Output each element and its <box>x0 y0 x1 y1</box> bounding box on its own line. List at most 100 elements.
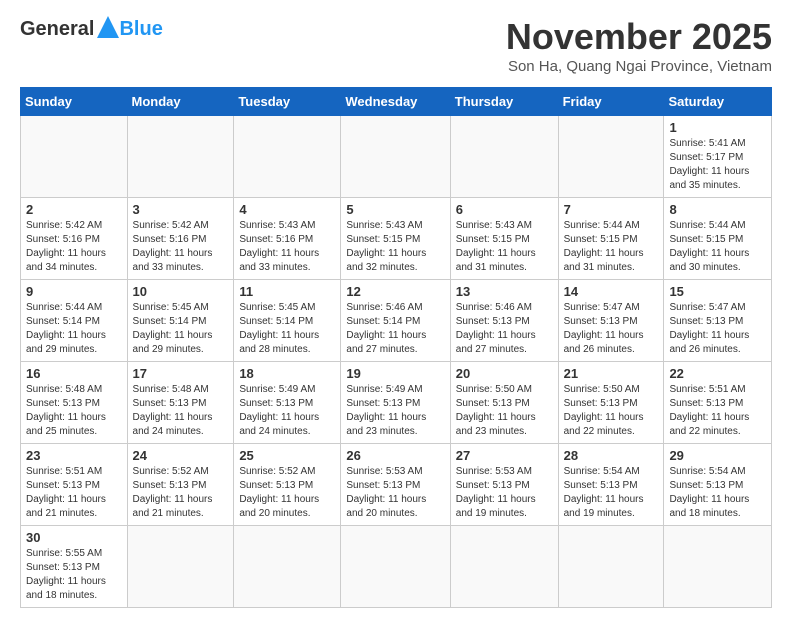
day-info: Sunrise: 5:47 AMSunset: 5:13 PMDaylight:… <box>564 301 659 357</box>
day-number: 28 <box>564 448 659 463</box>
day-info: Sunrise: 5:50 AMSunset: 5:13 PMDaylight:… <box>456 383 553 439</box>
logo-triangle <box>97 16 119 43</box>
day-info: Sunrise: 5:44 AMSunset: 5:15 PMDaylight:… <box>669 219 766 275</box>
day-number: 17 <box>133 366 229 381</box>
calendar-week-row: 1 Sunrise: 5:41 AMSunset: 5:17 PMDaylight… <box>21 116 772 198</box>
weekday-header-row: SundayMondayTuesdayWednesdayThursdayFrid… <box>21 88 772 116</box>
location-subtitle: Son Ha, Quang Ngai Province, Vietnam <box>506 58 772 75</box>
weekday-header-thursday: Thursday <box>450 88 558 116</box>
calendar-cell <box>450 526 558 608</box>
page-header: General Blue November 2025 Son Ha, Quang… <box>20 16 772 75</box>
day-number: 13 <box>456 284 553 299</box>
weekday-header-wednesday: Wednesday <box>341 88 450 116</box>
day-number: 19 <box>346 366 444 381</box>
calendar-cell: 1 Sunrise: 5:41 AMSunset: 5:17 PMDaylight… <box>664 116 772 198</box>
day-number: 16 <box>26 366 122 381</box>
calendar-week-row: 16 Sunrise: 5:48 AMSunset: 5:13 PMDayligh… <box>21 362 772 444</box>
calendar-cell: 13Sunrise: 5:46 AMSunset: 5:13 PMDayligh… <box>450 280 558 362</box>
calendar-week-row: 23 Sunrise: 5:51 AMSunset: 5:13 PMDayligh… <box>21 444 772 526</box>
weekday-header-tuesday: Tuesday <box>234 88 341 116</box>
day-number: 22 <box>669 366 766 381</box>
calendar-cell <box>558 526 664 608</box>
day-number: 29 <box>669 448 766 463</box>
logo-text-general: General <box>20 18 94 41</box>
day-info: Sunrise: 5:41 AMSunset: 5:17 PMDaylight:… <box>669 137 766 193</box>
calendar-cell: 9Sunrise: 5:44 AMSunset: 5:14 PMDaylight… <box>21 280 128 362</box>
day-number: 7 <box>564 202 659 217</box>
calendar-table: SundayMondayTuesdayWednesdayThursdayFrid… <box>20 87 772 608</box>
day-info: Sunrise: 5:52 AMSunset: 5:13 PMDaylight:… <box>133 465 229 521</box>
day-number: 4 <box>239 202 335 217</box>
logo-text-blue: Blue <box>119 18 162 41</box>
calendar-cell <box>234 526 341 608</box>
day-info: Sunrise: 5:44 AMSunset: 5:14 PMDaylight:… <box>26 301 122 357</box>
day-info: Sunrise: 5:48 AMSunset: 5:13 PMDaylight:… <box>133 383 229 439</box>
day-info: Sunrise: 5:53 AMSunset: 5:13 PMDaylight:… <box>456 465 553 521</box>
calendar-week-row: 2 Sunrise: 5:42 AMSunset: 5:16 PMDaylight… <box>21 198 772 280</box>
calendar-cell: 29 Sunrise: 5:54 AMSunset: 5:13 PMDayligh… <box>664 444 772 526</box>
weekday-header-sunday: Sunday <box>21 88 128 116</box>
calendar-cell: 2 Sunrise: 5:42 AMSunset: 5:16 PMDaylight… <box>21 198 128 280</box>
day-number: 24 <box>133 448 229 463</box>
day-number: 15 <box>669 284 766 299</box>
calendar-cell: 18Sunrise: 5:49 AMSunset: 5:13 PMDayligh… <box>234 362 341 444</box>
day-info: Sunrise: 5:42 AMSunset: 5:16 PMDaylight:… <box>26 219 122 275</box>
calendar-cell <box>341 116 450 198</box>
calendar-cell: 28 Sunrise: 5:54 AMSunset: 5:13 PMDayligh… <box>558 444 664 526</box>
day-info: Sunrise: 5:48 AMSunset: 5:13 PMDaylight:… <box>26 383 122 439</box>
calendar-cell: 12Sunrise: 5:46 AMSunset: 5:14 PMDayligh… <box>341 280 450 362</box>
day-number: 23 <box>26 448 122 463</box>
day-info: Sunrise: 5:44 AMSunset: 5:15 PMDaylight:… <box>564 219 659 275</box>
calendar-cell: 21Sunrise: 5:50 AMSunset: 5:13 PMDayligh… <box>558 362 664 444</box>
calendar-cell: 11 Sunrise: 5:45 AMSunset: 5:14 PMDayligh… <box>234 280 341 362</box>
day-number: 11 <box>239 284 335 299</box>
calendar-cell: 26Sunrise: 5:53 AMSunset: 5:13 PMDayligh… <box>341 444 450 526</box>
day-info: Sunrise: 5:45 AMSunset: 5:14 PMDaylight:… <box>239 301 335 357</box>
day-info: Sunrise: 5:51 AMSunset: 5:13 PMDaylight:… <box>26 465 122 521</box>
weekday-header-monday: Monday <box>127 88 234 116</box>
calendar-cell <box>234 116 341 198</box>
calendar-cell: 23 Sunrise: 5:51 AMSunset: 5:13 PMDayligh… <box>21 444 128 526</box>
calendar-cell: 16 Sunrise: 5:48 AMSunset: 5:13 PMDayligh… <box>21 362 128 444</box>
day-number: 27 <box>456 448 553 463</box>
day-info: Sunrise: 5:43 AMSunset: 5:16 PMDaylight:… <box>239 219 335 275</box>
calendar-cell: 14Sunrise: 5:47 AMSunset: 5:13 PMDayligh… <box>558 280 664 362</box>
calendar-cell: 6Sunrise: 5:43 AMSunset: 5:15 PMDaylight… <box>450 198 558 280</box>
day-info: Sunrise: 5:55 AMSunset: 5:13 PMDaylight:… <box>26 547 122 603</box>
day-info: Sunrise: 5:43 AMSunset: 5:15 PMDaylight:… <box>456 219 553 275</box>
day-number: 8 <box>669 202 766 217</box>
day-info: Sunrise: 5:54 AMSunset: 5:13 PMDaylight:… <box>669 465 766 521</box>
weekday-header-saturday: Saturday <box>664 88 772 116</box>
day-info: Sunrise: 5:52 AMSunset: 5:13 PMDaylight:… <box>239 465 335 521</box>
day-info: Sunrise: 5:42 AMSunset: 5:16 PMDaylight:… <box>133 219 229 275</box>
calendar-cell: 20 Sunrise: 5:50 AMSunset: 5:13 PMDayligh… <box>450 362 558 444</box>
day-number: 10 <box>133 284 229 299</box>
day-info: Sunrise: 5:54 AMSunset: 5:13 PMDaylight:… <box>564 465 659 521</box>
calendar-cell: 22Sunrise: 5:51 AMSunset: 5:13 PMDayligh… <box>664 362 772 444</box>
day-info: Sunrise: 5:46 AMSunset: 5:14 PMDaylight:… <box>346 301 444 357</box>
day-number: 20 <box>456 366 553 381</box>
calendar-cell: 8 Sunrise: 5:44 AMSunset: 5:15 PMDaylight… <box>664 198 772 280</box>
day-number: 5 <box>346 202 444 217</box>
day-number: 1 <box>669 120 766 135</box>
calendar-cell: 25 Sunrise: 5:52 AMSunset: 5:13 PMDayligh… <box>234 444 341 526</box>
calendar-cell <box>127 526 234 608</box>
day-number: 2 <box>26 202 122 217</box>
calendar-cell: 30Sunrise: 5:55 AMSunset: 5:13 PMDayligh… <box>21 526 128 608</box>
calendar-cell: 27 Sunrise: 5:53 AMSunset: 5:13 PMDayligh… <box>450 444 558 526</box>
day-number: 25 <box>239 448 335 463</box>
logo: General Blue <box>20 16 163 43</box>
day-info: Sunrise: 5:43 AMSunset: 5:15 PMDaylight:… <box>346 219 444 275</box>
day-number: 21 <box>564 366 659 381</box>
calendar-cell <box>664 526 772 608</box>
calendar-cell: 7 Sunrise: 5:44 AMSunset: 5:15 PMDaylight… <box>558 198 664 280</box>
calendar-cell: 3Sunrise: 5:42 AMSunset: 5:16 PMDaylight… <box>127 198 234 280</box>
calendar-cell <box>558 116 664 198</box>
calendar-cell: 24 Sunrise: 5:52 AMSunset: 5:13 PMDayligh… <box>127 444 234 526</box>
day-info: Sunrise: 5:53 AMSunset: 5:13 PMDaylight:… <box>346 465 444 521</box>
calendar-cell <box>21 116 128 198</box>
day-info: Sunrise: 5:47 AMSunset: 5:13 PMDaylight:… <box>669 301 766 357</box>
day-number: 18 <box>239 366 335 381</box>
calendar-cell: 17 Sunrise: 5:48 AMSunset: 5:13 PMDayligh… <box>127 362 234 444</box>
weekday-header-friday: Friday <box>558 88 664 116</box>
